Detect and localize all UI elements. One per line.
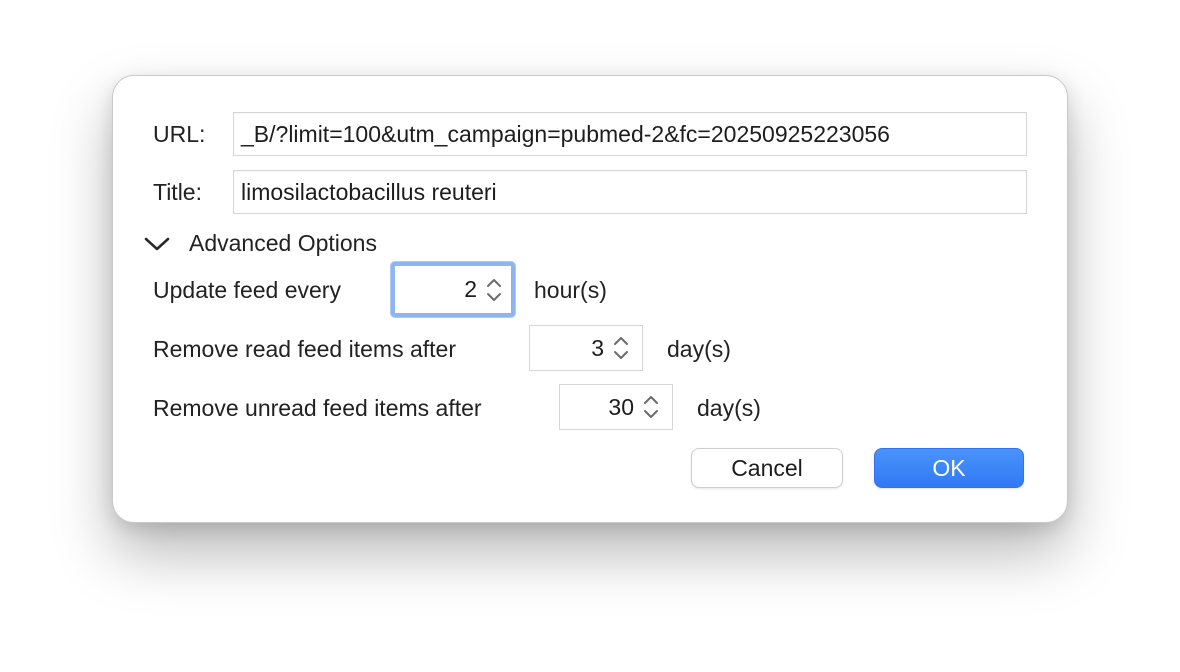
advanced-options-toggle[interactable]: Advanced Options [189, 229, 377, 257]
screen: URL: _B/?limit=100&utm_campaign=pubmed-2… [0, 0, 1180, 672]
remove-read-value: 3 [591, 334, 604, 361]
remove-read-label: Remove read feed items after [153, 336, 456, 362]
stepper-arrows-icon[interactable] [612, 333, 630, 363]
title-value: limosilactobacillus reuteri [241, 178, 497, 205]
url-value: _B/?limit=100&utm_campaign=pubmed-2&fc=2… [241, 120, 890, 147]
chevron-down-icon[interactable] [142, 232, 172, 256]
remove-read-stepper[interactable]: 3 [529, 325, 643, 371]
update-interval-value: 2 [464, 276, 477, 302]
remove-unread-stepper[interactable]: 30 [559, 384, 673, 430]
ok-button[interactable]: OK [874, 448, 1024, 488]
update-interval-label: Update feed every [153, 277, 341, 303]
update-interval-unit: hour(s) [534, 277, 607, 303]
stepper-arrows-icon[interactable] [642, 392, 660, 422]
cancel-button[interactable]: Cancel [691, 448, 843, 488]
remove-unread-label: Remove unread feed items after [153, 395, 482, 421]
stepper-arrows-icon[interactable] [485, 275, 503, 305]
remove-read-unit: day(s) [667, 336, 731, 362]
title-field[interactable]: limosilactobacillus reuteri [233, 170, 1027, 214]
remove-unread-unit: day(s) [697, 395, 761, 421]
remove-unread-value: 30 [608, 393, 634, 420]
url-field[interactable]: _B/?limit=100&utm_campaign=pubmed-2&fc=2… [233, 112, 1027, 156]
title-label: Title: [153, 179, 202, 205]
update-interval-stepper[interactable]: 2 [391, 262, 515, 317]
url-label: URL: [153, 121, 206, 147]
